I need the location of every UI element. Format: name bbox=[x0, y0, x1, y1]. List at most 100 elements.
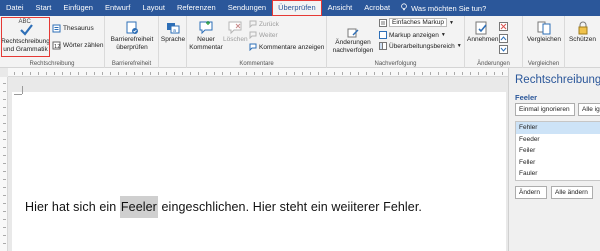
tab-referenzen[interactable]: Referenzen bbox=[171, 0, 222, 16]
ruler-tick bbox=[486, 72, 487, 75]
ruler-tick bbox=[126, 72, 127, 75]
group-tracking: Änderungen nachverfolgen Einfaches Marku… bbox=[327, 16, 465, 68]
show-markup-button[interactable]: Markup anzeigen ▼ bbox=[379, 31, 446, 39]
ruler-tick bbox=[30, 72, 31, 75]
ruler-tick bbox=[270, 72, 271, 75]
language-button[interactable]: a Sprache bbox=[159, 21, 187, 44]
tab-ansicht[interactable]: Ansicht bbox=[322, 0, 359, 16]
thesaurus-label: Thesaurus bbox=[63, 25, 94, 32]
show-comments-label: Kommentare anzeigen bbox=[259, 43, 325, 51]
ruler-tick bbox=[262, 72, 263, 75]
track-changes-line1: Änderungen bbox=[335, 39, 371, 46]
misspelled-word[interactable]: Feeler bbox=[119, 196, 158, 218]
horizontal-ruler[interactable] bbox=[8, 68, 508, 77]
spelling-pane: Rechtschreibung Feeler Einmal ignorieren… bbox=[508, 68, 600, 251]
delete-label: Löschen bbox=[223, 36, 248, 43]
ruler-tick bbox=[3, 211, 6, 212]
track-changes-button[interactable]: Änderungen nachverfolgen bbox=[329, 28, 377, 54]
suggestion-item[interactable]: Fehler bbox=[516, 122, 600, 134]
ruler-tick bbox=[230, 72, 231, 75]
ignore-once-button[interactable]: Einmal ignorieren bbox=[515, 103, 575, 116]
tab-einfuegen[interactable]: Einfügen bbox=[57, 0, 99, 16]
previous-change-icon bbox=[499, 34, 508, 43]
ruler-tick bbox=[414, 72, 415, 75]
compare-button[interactable]: Vergleichen bbox=[523, 21, 565, 44]
suggestion-item[interactable]: Feller bbox=[516, 157, 600, 169]
ruler-tick bbox=[54, 72, 55, 75]
tab-start[interactable]: Start bbox=[30, 0, 58, 16]
accept-button[interactable]: Annehmen bbox=[467, 21, 499, 44]
group-compare: Vergleichen Vergleichen bbox=[523, 16, 565, 68]
check-accessibility-button[interactable]: Barrierefreiheit überprüfen bbox=[105, 21, 159, 51]
delete-comment-button[interactable]: Löschen bbox=[223, 20, 248, 44]
tab-acrobat[interactable]: Acrobat bbox=[358, 0, 396, 16]
ruler-tick bbox=[406, 72, 407, 75]
document-page[interactable]: Hier hat sich ein Feeler eingeschlichen.… bbox=[12, 86, 506, 251]
next-change-button[interactable] bbox=[499, 45, 508, 56]
group-comments: Neuer Kommentar Löschen Zurück Weiter Ko… bbox=[187, 16, 327, 68]
chevron-down-icon: ▼ bbox=[456, 43, 462, 49]
accessibility-line2: überprüfen bbox=[116, 43, 148, 51]
ruler-tick bbox=[3, 195, 6, 196]
vertical-ruler[interactable] bbox=[0, 77, 8, 251]
thesaurus-button[interactable]: Thesaurus bbox=[52, 24, 94, 33]
change-button[interactable]: Ändern bbox=[515, 186, 547, 199]
tab-sendungen[interactable]: Sendungen bbox=[222, 0, 272, 16]
ruler-tick bbox=[102, 72, 103, 75]
suggestion-item[interactable]: Feiler bbox=[516, 145, 600, 157]
reviewing-pane-icon bbox=[379, 42, 387, 50]
ruler-tick bbox=[3, 83, 6, 84]
show-comments-button[interactable]: Kommentare anzeigen bbox=[249, 43, 324, 51]
previous-change-button[interactable] bbox=[499, 34, 508, 45]
group-label-changes: Änderungen bbox=[477, 61, 510, 67]
accept-label: Annehmen bbox=[467, 36, 499, 43]
reviewing-pane-button[interactable]: Überarbeitungsbereich ▼ bbox=[379, 42, 462, 50]
group-label-tracking: Nachverfolgung bbox=[374, 61, 417, 67]
ruler-tick bbox=[3, 91, 6, 92]
ruler-tick bbox=[3, 107, 6, 108]
ruler-tick bbox=[118, 72, 119, 75]
ruler-tick bbox=[494, 72, 495, 75]
protect-button[interactable]: Schützen bbox=[565, 21, 600, 44]
ruler-tick bbox=[3, 147, 6, 148]
ruler-tick bbox=[454, 72, 455, 75]
change-all-button[interactable]: Alle ändern bbox=[551, 186, 593, 199]
word-count-button[interactable]: 123 Wörter zählen bbox=[52, 41, 103, 50]
group-language: a Sprache bbox=[159, 16, 187, 68]
language-label: Sprache bbox=[160, 36, 186, 43]
reject-button[interactable] bbox=[499, 22, 508, 33]
ruler-tick bbox=[22, 72, 23, 75]
chevron-down-icon: ▼ bbox=[440, 32, 446, 38]
new-comment-button[interactable]: Neuer Kommentar bbox=[189, 20, 223, 51]
ruler-tick bbox=[198, 72, 199, 75]
tab-datei[interactable]: Datei bbox=[0, 0, 30, 16]
ruler-tick bbox=[350, 72, 351, 75]
previous-comment-button[interactable]: Zurück bbox=[249, 20, 279, 28]
ignore-all-button[interactable]: Alle ignorieren bbox=[578, 103, 600, 116]
suggestion-item[interactable]: Feeder bbox=[516, 134, 600, 146]
accessibility-icon bbox=[126, 21, 138, 34]
tab-entwurf[interactable]: Entwurf bbox=[99, 0, 136, 16]
ruler-tick bbox=[438, 72, 439, 75]
next-change-icon bbox=[499, 45, 508, 54]
tell-me-label: Was möchten Sie tun? bbox=[411, 3, 487, 13]
new-comment-line1: Neuer bbox=[197, 36, 215, 43]
ruler-tick bbox=[430, 72, 431, 75]
document-text[interactable]: Hier hat sich ein Feeler eingeschlichen.… bbox=[25, 196, 422, 218]
suggestion-item[interactable]: Fauler bbox=[516, 168, 600, 180]
tab-layout[interactable]: Layout bbox=[136, 0, 171, 16]
markup-select[interactable]: Einfaches Markup ▼ bbox=[379, 18, 454, 27]
track-changes-icon bbox=[347, 28, 359, 38]
tab-ueberpruefen[interactable]: Überprüfen bbox=[272, 0, 322, 16]
ruler-tick bbox=[3, 163, 6, 164]
group-changes: Annehmen Änderungen bbox=[465, 16, 523, 68]
tell-me-search[interactable]: Was möchten Sie tun? bbox=[400, 3, 486, 13]
ruler-tick bbox=[174, 72, 175, 75]
lock-icon bbox=[578, 21, 587, 35]
next-comment-button[interactable]: Weiter bbox=[249, 31, 278, 39]
next-comment-icon bbox=[249, 31, 257, 39]
ruler-tick bbox=[38, 72, 39, 75]
suggestions-list[interactable]: Fehler Feeder Feiler Feller Fauler bbox=[515, 121, 600, 181]
ruler-tick bbox=[390, 72, 391, 75]
ruler-tick bbox=[3, 219, 6, 220]
